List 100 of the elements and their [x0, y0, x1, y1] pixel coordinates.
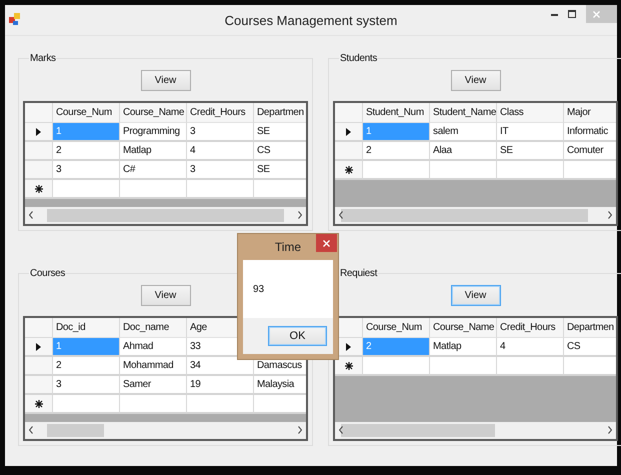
- table-cell[interactable]: [497, 161, 564, 180]
- table-cell[interactable]: C#: [120, 161, 187, 180]
- table-cell[interactable]: Alaa: [430, 142, 497, 161]
- table-cell[interactable]: [120, 180, 187, 199]
- table-cell[interactable]: [53, 180, 120, 199]
- column-header[interactable]: Departmen: [254, 103, 306, 123]
- app-icon: [9, 13, 20, 25]
- row-header[interactable]: [335, 123, 363, 142]
- table-cell[interactable]: [564, 357, 616, 376]
- scroll-right-icon[interactable]: [608, 426, 612, 434]
- table-cell[interactable]: [254, 180, 306, 199]
- corner-header: [335, 103, 363, 123]
- table-cell[interactable]: 4: [187, 142, 254, 161]
- column-header[interactable]: Doc_id: [53, 318, 120, 338]
- scrollbar-thumb[interactable]: [47, 424, 104, 437]
- table-cell[interactable]: 3: [187, 123, 254, 142]
- row-header[interactable]: [335, 357, 363, 376]
- column-header[interactable]: Major: [564, 103, 616, 123]
- table-cell[interactable]: Malaysia: [254, 376, 306, 395]
- scroll-right-icon[interactable]: [298, 211, 302, 219]
- table-cell[interactable]: [187, 395, 254, 414]
- table-cell[interactable]: Matlap: [430, 338, 497, 357]
- maximize-icon[interactable]: [568, 10, 576, 18]
- column-header[interactable]: Student_Num: [363, 103, 430, 123]
- column-header[interactable]: Departmen: [564, 318, 616, 338]
- table-cell[interactable]: [120, 395, 187, 414]
- table-cell[interactable]: Samer: [120, 376, 187, 395]
- scroll-right-icon[interactable]: [608, 211, 612, 219]
- column-header[interactable]: Student_Name: [430, 103, 497, 123]
- column-header[interactable]: Class: [497, 103, 564, 123]
- table-cell[interactable]: SE: [497, 142, 564, 161]
- scrollbar-thumb[interactable]: [47, 209, 284, 222]
- table-cell[interactable]: Informatic: [564, 123, 616, 142]
- column-header[interactable]: Credit_Hours: [187, 103, 254, 123]
- scrollbar-thumb[interactable]: [340, 209, 588, 222]
- close-button[interactable]: [316, 234, 337, 252]
- table-cell[interactable]: SE: [254, 123, 306, 142]
- table-cell[interactable]: Programming: [120, 123, 187, 142]
- horizontal-scrollbar[interactable]: [25, 207, 306, 224]
- group-title: Courses: [29, 268, 66, 279]
- table-cell[interactable]: 3: [53, 376, 120, 395]
- table-cell[interactable]: 2: [363, 142, 430, 161]
- view-button[interactable]: View: [450, 285, 500, 306]
- table-cell[interactable]: 2: [53, 142, 120, 161]
- table-cell[interactable]: 4: [497, 338, 564, 357]
- corner-header: [25, 103, 53, 123]
- table-cell[interactable]: IT: [497, 123, 564, 142]
- table-cell[interactable]: [430, 161, 497, 180]
- corner-header: [25, 318, 53, 338]
- dialog-message: 93: [253, 284, 264, 294]
- group-title: Students: [339, 53, 378, 64]
- table-cell[interactable]: CS: [254, 142, 306, 161]
- horizontal-scrollbar[interactable]: [335, 207, 616, 224]
- minimize-icon[interactable]: [551, 12, 558, 16]
- table-cell[interactable]: [363, 357, 430, 376]
- table-cell[interactable]: SE: [254, 161, 306, 180]
- row-header[interactable]: [25, 180, 53, 199]
- table-cell[interactable]: [53, 395, 120, 414]
- table-cell[interactable]: 34: [187, 357, 254, 376]
- close-icon: [323, 240, 330, 246]
- table-cell[interactable]: [497, 357, 564, 376]
- column-header[interactable]: Course_Name: [430, 318, 497, 338]
- close-icon: [593, 10, 600, 18]
- table-cell[interactable]: salem: [430, 123, 497, 142]
- horizontal-scrollbar[interactable]: [335, 422, 616, 439]
- ok-button[interactable]: OK: [268, 326, 327, 346]
- scroll-right-icon[interactable]: [298, 426, 302, 434]
- table-cell[interactable]: Matlap: [120, 142, 187, 161]
- table-cell[interactable]: 3: [53, 161, 120, 180]
- table-cell[interactable]: 3: [187, 161, 254, 180]
- table-cell[interactable]: Comuter: [564, 142, 616, 161]
- dialog-title: Time: [274, 240, 302, 254]
- table-cell[interactable]: [254, 395, 306, 414]
- column-header[interactable]: Credit_Hours: [497, 318, 564, 338]
- table-cell[interactable]: CS: [564, 338, 616, 357]
- scroll-left-icon[interactable]: [29, 211, 33, 219]
- column-header[interactable]: Course_Num: [53, 103, 120, 123]
- column-header[interactable]: Course_Name: [120, 103, 187, 123]
- horizontal-scrollbar[interactable]: [25, 422, 306, 439]
- table-cell[interactable]: Mohammad: [120, 357, 187, 376]
- scroll-left-icon[interactable]: [339, 211, 343, 219]
- view-button[interactable]: View: [140, 285, 190, 306]
- table-cell[interactable]: [430, 357, 497, 376]
- view-button[interactable]: View: [450, 70, 500, 91]
- table-cell[interactable]: [564, 161, 616, 180]
- column-header[interactable]: Course_Num: [363, 318, 430, 338]
- table-cell[interactable]: Ahmad: [120, 338, 187, 357]
- scrollbar-thumb[interactable]: [340, 424, 496, 437]
- table-cell[interactable]: [187, 180, 254, 199]
- row-header[interactable]: [335, 161, 363, 180]
- table-cell[interactable]: 19: [187, 376, 254, 395]
- row-header[interactable]: [25, 338, 53, 357]
- column-header[interactable]: Doc_name: [120, 318, 187, 338]
- table-cell[interactable]: 2: [53, 357, 120, 376]
- row-header[interactable]: [25, 123, 53, 142]
- scroll-left-icon[interactable]: [29, 426, 33, 434]
- view-button[interactable]: View: [140, 70, 190, 91]
- table-cell[interactable]: [363, 161, 430, 180]
- scroll-left-icon[interactable]: [339, 426, 343, 434]
- row-header[interactable]: [25, 395, 53, 414]
